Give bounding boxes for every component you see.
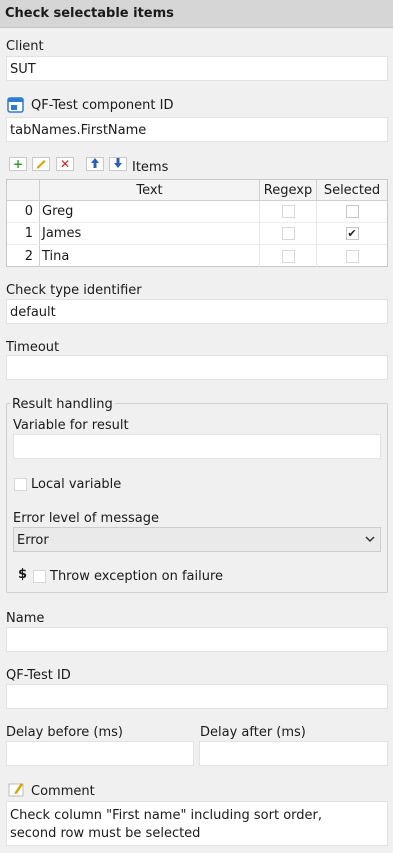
- comment-label: Comment: [31, 784, 95, 799]
- comment-line-2: second row must be selected: [10, 826, 201, 841]
- row-text-cell[interactable]: Tina: [40, 245, 260, 267]
- regexp-checkbox[interactable]: [281, 227, 295, 240]
- check-type-label: Check type identifier: [6, 283, 142, 298]
- component-id-label: QF-Test component ID: [31, 98, 174, 113]
- local-variable-checkbox[interactable]: [14, 478, 27, 491]
- items-table[interactable]: Text Regexp Selected 0 Greg 1 James ✔ 2 …: [6, 179, 388, 267]
- delay-before-field[interactable]: [6, 741, 194, 766]
- row-index: 2: [7, 245, 40, 267]
- regexp-checkbox[interactable]: [281, 205, 295, 218]
- qftest-id-label: QF-Test ID: [6, 668, 71, 683]
- variable-for-result-label: Variable for result: [13, 418, 129, 433]
- comment-textarea[interactable]: Check column "First name" including sort…: [6, 801, 388, 846]
- selected-checkbox[interactable]: [345, 205, 359, 218]
- delay-after-label: Delay after (ms): [200, 725, 306, 740]
- delete-icon: ✕: [59, 157, 71, 171]
- arrow-down-icon: [113, 157, 123, 171]
- delay-before-label: Delay before (ms): [6, 725, 123, 740]
- node-title: Check selectable items: [0, 0, 393, 28]
- chevron-down-icon: [365, 533, 375, 549]
- result-handling-legend: Result handling: [10, 397, 115, 412]
- column-header-selected[interactable]: Selected: [317, 180, 387, 200]
- add-item-button[interactable]: +: [9, 157, 27, 171]
- arrow-up-icon: [90, 157, 100, 171]
- pencil-icon: [35, 157, 47, 171]
- error-level-label: Error level of message: [13, 511, 159, 526]
- delay-after-field[interactable]: [199, 741, 388, 766]
- throw-exception-checkbox[interactable]: [33, 570, 46, 583]
- timeout-label: Timeout: [6, 340, 60, 355]
- throw-exception-label: Throw exception on failure: [50, 569, 224, 584]
- selected-checkbox[interactable]: [345, 249, 359, 263]
- row-index: 1: [7, 223, 40, 244]
- name-label: Name: [6, 611, 45, 626]
- timeout-field[interactable]: [6, 355, 388, 380]
- regexp-checkbox[interactable]: [281, 249, 295, 263]
- column-header-regexp[interactable]: Regexp: [260, 180, 317, 200]
- comment-edit-icon[interactable]: [8, 781, 26, 797]
- name-field[interactable]: [6, 627, 388, 652]
- row-text-cell[interactable]: James: [40, 223, 260, 244]
- dollar-variable-icon[interactable]: $: [18, 567, 27, 582]
- plus-icon: +: [12, 157, 24, 171]
- error-level-value: Error: [17, 533, 49, 548]
- table-row[interactable]: 0 Greg: [7, 201, 387, 223]
- edit-item-button[interactable]: [32, 157, 50, 171]
- local-variable-label: Local variable: [31, 477, 122, 492]
- row-text-cell[interactable]: Greg: [40, 201, 260, 222]
- move-up-button[interactable]: [86, 157, 104, 171]
- table-row[interactable]: 1 James ✔: [7, 223, 387, 245]
- checkmark-icon: ✔: [347, 227, 357, 240]
- component-id-icon[interactable]: [7, 97, 24, 113]
- client-label: Client: [6, 39, 44, 54]
- qftest-id-field[interactable]: [6, 684, 388, 709]
- selected-checkbox[interactable]: ✔: [345, 227, 359, 240]
- row-index: 0: [7, 201, 40, 222]
- variable-for-result-field[interactable]: [13, 434, 381, 459]
- table-row[interactable]: 2 Tina: [7, 245, 387, 267]
- delete-item-button[interactable]: ✕: [56, 157, 74, 171]
- table-header: Text Regexp Selected: [7, 180, 387, 201]
- move-down-button[interactable]: [109, 157, 127, 171]
- check-type-field[interactable]: default: [6, 299, 388, 324]
- client-field[interactable]: SUT: [6, 56, 388, 81]
- column-header-text[interactable]: Text: [40, 180, 260, 200]
- component-id-field[interactable]: tabNames.FirstName: [6, 117, 388, 142]
- error-level-select[interactable]: Error: [13, 527, 381, 552]
- comment-line-1: Check column "First name" including sort…: [10, 808, 322, 823]
- items-label: Items: [132, 160, 169, 175]
